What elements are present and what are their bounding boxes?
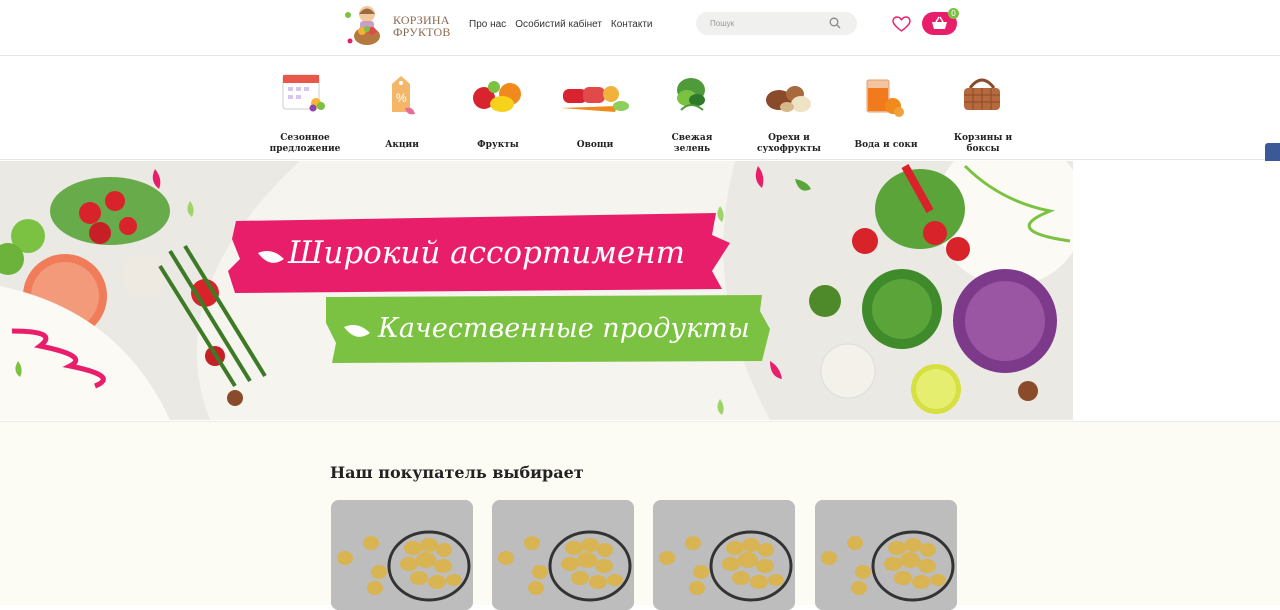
- category-fruits[interactable]: Фрукты: [448, 56, 548, 160]
- vegetables-icon: [561, 86, 629, 112]
- product-card[interactable]: [815, 500, 957, 610]
- product-image-potatoes: [331, 500, 473, 610]
- category-vegetables[interactable]: Овощи: [545, 56, 645, 160]
- category-greens[interactable]: Свежая зелень: [642, 56, 742, 160]
- category-label-line2: зелень: [673, 144, 711, 154]
- product-image-potatoes: [815, 500, 957, 610]
- svg-text:%: %: [396, 91, 407, 105]
- cart-count-badge: 0: [948, 8, 959, 19]
- category-label-line2: предложение: [269, 144, 341, 154]
- category-seasonal[interactable]: Сезонное предложение: [255, 56, 355, 160]
- calendar-icon: [282, 74, 325, 112]
- product-image-potatoes: [492, 500, 634, 610]
- search-input[interactable]: [710, 16, 830, 31]
- category-label: Акции: [385, 140, 419, 150]
- nav-about[interactable]: Про нас: [469, 19, 506, 30]
- category-sales[interactable]: % Акции: [352, 56, 452, 160]
- nuts-icon: [766, 86, 811, 112]
- site-header: КОРЗИНА ФРУКТОВ Про нас Особистий кабіне…: [0, 0, 1280, 56]
- category-label-line1: Сезонное: [280, 133, 330, 143]
- hero-banner-art: [0, 161, 1073, 420]
- hero-banner[interactable]: Широкий ассортимент Качественные продукт…: [0, 161, 1073, 420]
- top-nav: Про нас Особистий кабінет Контакти: [469, 19, 653, 30]
- category-label: Фрукты: [477, 140, 519, 150]
- popular-products-section: Наш покупатель выбирает: [0, 421, 1280, 610]
- category-nuts[interactable]: Орехи и сухофрукты: [739, 56, 839, 160]
- fruits-icon: [473, 81, 521, 112]
- search-box: [696, 12, 857, 35]
- banner-side-space: [1073, 161, 1280, 420]
- category-label-line1: Свежая: [671, 133, 713, 143]
- juice-icon: [866, 79, 904, 117]
- logo[interactable]: КОРЗИНА ФРУКТОВ: [342, 3, 452, 51]
- greens-icon: [677, 78, 705, 111]
- category-bar: Сезонное предложение % Акции Фрукты Овощ…: [0, 56, 1280, 160]
- logo-text-line2: ФРУКТОВ: [393, 25, 451, 39]
- search-icon[interactable]: [829, 17, 841, 29]
- category-label-line1: Орехи и: [768, 133, 810, 143]
- basket-icon: [964, 78, 1000, 110]
- nav-account[interactable]: Особистий кабінет: [515, 19, 602, 30]
- category-label-line2: сухофрукты: [757, 144, 821, 154]
- banner-headline-1: Широкий ассортимент: [288, 235, 686, 271]
- category-juices[interactable]: Вода и соки: [836, 56, 936, 160]
- product-image-potatoes: [653, 500, 795, 610]
- category-baskets[interactable]: Корзины и боксы: [933, 56, 1033, 160]
- product-card[interactable]: [331, 500, 473, 610]
- category-label: Овощи: [576, 140, 614, 150]
- product-card[interactable]: [653, 500, 795, 610]
- discount-tag-icon: %: [392, 76, 415, 115]
- section-title: Наш покупатель выбирает: [330, 463, 584, 482]
- category-label: Вода и соки: [854, 140, 918, 150]
- banner-headline-2: Качественные продукты: [378, 313, 750, 344]
- category-label-line2: боксы: [966, 144, 1000, 154]
- product-card[interactable]: [492, 500, 634, 610]
- nav-contacts[interactable]: Контакти: [611, 19, 653, 30]
- wishlist-heart-icon[interactable]: [892, 16, 911, 33]
- logo-basket-icon: [345, 6, 380, 45]
- category-label-line1: Корзины и: [953, 133, 1013, 143]
